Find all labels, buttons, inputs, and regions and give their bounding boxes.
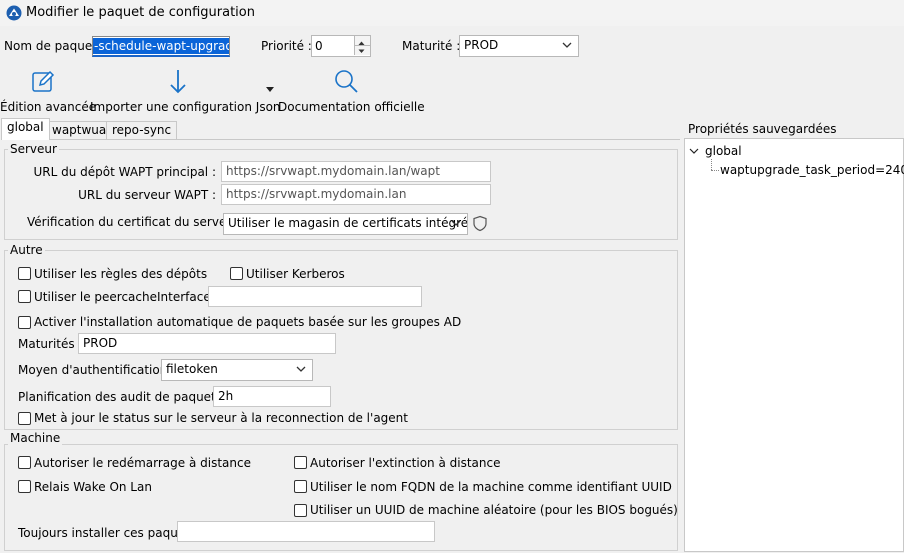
wapt-logo-icon: [6, 5, 22, 21]
cert-verify-select[interactable]: Utiliser le magasin de certificats intég…: [223, 213, 468, 235]
random-uuid-label: Utiliser un UUID de machine aléatoire (p…: [310, 503, 678, 517]
tree-node-global[interactable]: global: [705, 144, 742, 158]
package-name-input[interactable]: -schedule-wapt-upgrade: [92, 36, 230, 57]
tab-pane-global: Serveur URL du dépôt WAPT principal : ht…: [2, 139, 680, 553]
repo-rules-checkbox[interactable]: [18, 267, 31, 280]
spin-down-button[interactable]: [354, 46, 370, 55]
priority-spinner[interactable]: 0: [311, 35, 371, 57]
tree-node-child[interactable]: waptupgrade_task_period=240m: [720, 163, 904, 177]
chevron-down-icon: [451, 220, 461, 226]
maturities-input[interactable]: PROD: [78, 333, 336, 354]
fqdn-uuid-checkbox[interactable]: [294, 480, 307, 493]
auth-method-select[interactable]: filetoken: [161, 359, 313, 381]
wol-relay-label: Relais Wake On Lan: [34, 480, 152, 494]
package-name-label: Nom de paquet :: [4, 39, 105, 53]
other-group-title: Autre: [8, 243, 45, 257]
server-group-title: Serveur: [8, 142, 59, 156]
always-install-label: Toujours installer ces paquets: [18, 526, 197, 540]
saved-props-title: Propriétés sauvegardées: [688, 122, 837, 136]
audit-schedule-input[interactable]: 2h: [213, 386, 331, 407]
official-docs-label: Documentation officielle: [278, 100, 425, 114]
kerberos-label: Utiliser Kerberos: [246, 267, 345, 281]
edit-icon: [32, 70, 55, 92]
tab-repo-sync[interactable]: repo-sync: [106, 121, 178, 139]
maturities-label: Maturités :: [18, 337, 83, 351]
tree-connector-h: [711, 170, 719, 172]
priority-value: 0: [315, 39, 323, 53]
cert-verify-label: Vérification du certificat du serveur :: [27, 215, 247, 229]
maturity-select[interactable]: PROD: [459, 35, 579, 57]
saved-props-tree[interactable]: global waptupgrade_task_period=240m: [684, 138, 904, 552]
update-status-checkbox[interactable]: [18, 412, 31, 425]
auto-install-ad-label: Activer l'installation automatique de pa…: [34, 315, 462, 329]
maturity-label: Maturité :: [402, 39, 461, 53]
import-json-button[interactable]: Importer une configuration Json: [90, 68, 281, 114]
arrow-down-icon: [358, 49, 365, 53]
server-url-input[interactable]: https://srvwapt.mydomain.lan: [221, 184, 491, 205]
repo-rules-label: Utiliser les règles des dépôts: [34, 267, 208, 281]
audit-schedule-label: Planification des audit de paquets :: [18, 390, 230, 404]
remote-reboot-checkbox[interactable]: [18, 456, 31, 469]
kerberos-checkbox[interactable]: [230, 267, 243, 280]
random-uuid-checkbox[interactable]: [294, 504, 307, 517]
cert-verify-value: Utiliser le magasin de certificats intég…: [228, 216, 468, 230]
spin-up-button[interactable]: [354, 36, 370, 46]
advanced-edit-button[interactable]: Édition avancée: [0, 68, 97, 114]
repo-url-label: URL du dépôt WAPT principal :: [33, 165, 216, 179]
tree-connector-v: [711, 159, 713, 170]
chevron-down-icon: [562, 42, 572, 48]
remote-reboot-label: Autoriser le redémarrage à distance: [34, 456, 251, 470]
always-install-input[interactable]: [177, 521, 435, 542]
download-arrow-icon: [170, 70, 186, 94]
repo-url-input[interactable]: https://srvwapt.mydomain.lan/wapt: [221, 161, 491, 182]
wol-relay-checkbox[interactable]: [18, 480, 31, 493]
remote-shutdown-checkbox[interactable]: [294, 456, 307, 469]
priority-label: Priorité :: [261, 39, 312, 53]
window-title: Modifier le paquet de configuration: [26, 5, 255, 20]
server-url-label: URL du serveur WAPT :: [78, 188, 216, 202]
auto-install-ad-checkbox[interactable]: [18, 316, 31, 329]
title-bar: Modifier le paquet de configuration: [0, 0, 904, 26]
remote-shutdown-label: Autoriser l'extinction à distance: [310, 456, 501, 470]
tab-global[interactable]: global: [1, 118, 50, 140]
machine-group-title: Machine: [8, 431, 63, 445]
tab-waptwua[interactable]: waptwua: [46, 121, 113, 139]
peercache-label: Utiliser le peercache: [34, 290, 157, 304]
maturity-value: PROD: [464, 38, 499, 52]
dropdown-arrow-icon[interactable]: [266, 87, 274, 93]
advanced-edit-label: Édition avancée: [0, 100, 97, 114]
auth-method-value: filetoken: [166, 362, 218, 376]
chevron-down-icon: [296, 366, 306, 372]
update-status-label: Met à jour le status sur le serveur à la…: [34, 411, 408, 425]
import-json-label: Importer une configuration Json: [90, 100, 281, 114]
official-docs-button[interactable]: Documentation officielle: [278, 68, 425, 114]
auth-method-label: Moyen d'authentification :: [18, 363, 176, 377]
search-icon: [335, 70, 358, 93]
interface-label: Interface:: [157, 290, 215, 304]
shield-icon: [473, 215, 487, 232]
peercache-checkbox[interactable]: [18, 290, 31, 303]
tree-expand-icon[interactable]: [689, 146, 699, 156]
interface-input[interactable]: [208, 286, 422, 307]
fqdn-uuid-label: Utiliser le nom FQDN de la machine comme…: [310, 480, 672, 494]
